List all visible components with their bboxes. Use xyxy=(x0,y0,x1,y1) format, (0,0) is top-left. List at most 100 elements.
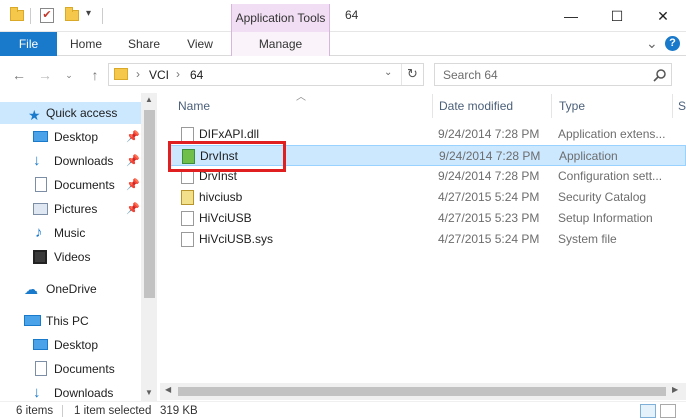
tab-manage[interactable]: Manage xyxy=(231,32,330,56)
close-button[interactable]: ✕ xyxy=(640,0,686,32)
music-icon: ♪ xyxy=(35,224,43,241)
properties-icon[interactable]: ✔ xyxy=(40,8,54,23)
status-item-count: 6 items xyxy=(16,405,54,417)
column-header-size[interactable]: S xyxy=(678,99,686,113)
download-icon: ↓ xyxy=(33,152,41,169)
search-icon[interactable] xyxy=(653,68,667,82)
status-bar: 6 items 1 item selected 319 KB xyxy=(0,401,686,419)
file-date: 4/27/2015 5:24 PM xyxy=(438,190,540,204)
status-selection: 1 item selected xyxy=(74,405,152,417)
pin-icon[interactable]: 📌 xyxy=(126,174,140,196)
customize-qa-chevron-icon[interactable]: ▾ xyxy=(86,8,91,19)
computer-icon xyxy=(24,315,41,326)
maximize-button[interactable]: ☐ xyxy=(594,0,640,32)
nav-music[interactable]: ♪ Music xyxy=(0,222,140,244)
new-folder-icon[interactable] xyxy=(65,7,79,21)
scroll-left-icon[interactable]: ◀ xyxy=(165,385,171,394)
column-header-name[interactable]: Name xyxy=(178,99,210,113)
file-date: 4/27/2015 5:24 PM xyxy=(438,232,540,246)
file-date: 9/24/2014 7:28 PM xyxy=(438,127,540,141)
nav-downloads[interactable]: ↓ Downloads 📌 xyxy=(0,150,140,172)
nav-pc-documents[interactable]: Documents xyxy=(0,358,140,380)
nav-pictures[interactable]: Pictures 📌 xyxy=(0,198,140,220)
file-row[interactable]: HiVciUSB.sys 4/27/2015 5:24 PM System fi… xyxy=(170,229,686,250)
nav-documents[interactable]: Documents 📌 xyxy=(0,174,140,196)
column-header-type[interactable]: Type xyxy=(559,99,585,113)
sys-file-icon xyxy=(181,232,194,247)
nav-label: Quick access xyxy=(46,106,118,120)
search-input[interactable]: Search 64 xyxy=(443,68,498,82)
large-icons-view-icon[interactable] xyxy=(660,404,676,418)
column-divider[interactable] xyxy=(551,94,552,118)
status-size: 319 KB xyxy=(160,405,198,417)
details-view-icon[interactable] xyxy=(640,404,656,418)
desktop-icon xyxy=(33,131,48,142)
download-icon: ↓ xyxy=(33,384,41,401)
tab-file[interactable]: File xyxy=(0,32,57,56)
address-bar[interactable]: › VCI › 64 ⌄ ↻ xyxy=(108,63,424,86)
column-divider[interactable] xyxy=(672,94,673,118)
ribbon-tabs: File Home Share View Manage ⌄ ? xyxy=(0,32,686,56)
sort-ascending-icon: ︿ xyxy=(296,92,306,103)
search-box[interactable]: Search 64 xyxy=(434,63,672,86)
collapse-ribbon-icon[interactable]: ⌄ xyxy=(646,35,658,52)
help-icon[interactable]: ? xyxy=(665,36,680,51)
pin-icon[interactable]: 📌 xyxy=(126,198,140,220)
address-row: ← → ⌄ ↑ › VCI › 64 ⌄ ↻ Search 64 xyxy=(0,57,686,93)
address-dropdown-chevron-icon[interactable]: ⌄ xyxy=(384,67,392,78)
minimize-button[interactable]: — xyxy=(548,0,594,32)
file-type: Security Catalog xyxy=(558,190,647,204)
tab-home[interactable]: Home xyxy=(60,32,112,56)
back-arrow-icon[interactable]: ← xyxy=(10,65,28,85)
breadcrumb-separator-icon: › xyxy=(176,67,180,81)
up-arrow-icon[interactable]: ↑ xyxy=(86,65,104,85)
documents-icon xyxy=(35,177,47,192)
videos-icon xyxy=(33,250,47,264)
nav-scrollbar-thumb[interactable] xyxy=(144,110,155,298)
pin-icon[interactable]: 📌 xyxy=(126,150,140,172)
divider xyxy=(401,64,402,85)
file-type: Setup Information xyxy=(558,211,653,225)
divider xyxy=(62,405,63,417)
pin-icon[interactable]: 📌 xyxy=(126,126,140,148)
file-date: 4/27/2015 5:23 PM xyxy=(438,211,540,225)
breadcrumb-64[interactable]: 64 xyxy=(190,68,203,82)
desktop-icon xyxy=(33,339,48,350)
nav-label: OneDrive xyxy=(46,282,97,296)
scroll-up-icon[interactable]: ▲ xyxy=(145,95,153,104)
nav-onedrive[interactable]: ☁ OneDrive xyxy=(0,278,140,300)
folder-icon xyxy=(10,7,24,21)
file-type: Application xyxy=(559,149,618,163)
file-type: System file xyxy=(558,232,617,246)
file-row[interactable]: hivciusb 4/27/2015 5:24 PM Security Cata… xyxy=(170,187,686,208)
horizontal-scrollbar-thumb[interactable] xyxy=(178,387,666,396)
breadcrumb-vci[interactable]: VCI xyxy=(149,68,169,82)
context-tab-application-tools: Application Tools xyxy=(231,4,330,32)
refresh-icon[interactable]: ↻ xyxy=(407,66,418,82)
nav-label: Downloads xyxy=(54,154,114,168)
file-row[interactable]: HiVciUSB 4/27/2015 5:23 PM Setup Informa… xyxy=(170,208,686,229)
forward-arrow-icon[interactable]: → xyxy=(36,65,54,85)
window-title: 64 xyxy=(345,8,359,22)
recent-locations-chevron-icon[interactable]: ⌄ xyxy=(60,65,78,85)
nav-desktop[interactable]: Desktop 📌 xyxy=(0,126,140,148)
file-name: HiVciUSB xyxy=(199,211,252,225)
column-header-date[interactable]: Date modified xyxy=(439,99,513,113)
scroll-down-icon[interactable]: ▼ xyxy=(145,388,153,397)
tab-share[interactable]: Share xyxy=(118,32,170,56)
highlight-box xyxy=(168,141,286,172)
scroll-right-icon[interactable]: ▶ xyxy=(672,385,678,394)
nav-pc-desktop[interactable]: Desktop xyxy=(0,334,140,356)
nav-this-pc[interactable]: This PC xyxy=(0,310,140,332)
cloud-icon: ☁ xyxy=(24,281,38,297)
file-name: HiVciUSB.sys xyxy=(199,232,274,246)
nav-label: Documents xyxy=(54,362,115,376)
nav-label: This PC xyxy=(46,314,89,328)
documents-icon xyxy=(35,361,47,376)
file-type: Configuration sett... xyxy=(558,169,663,183)
pictures-icon xyxy=(33,203,48,215)
nav-quick-access[interactable]: ★ Quick access xyxy=(0,102,141,124)
nav-videos[interactable]: Videos xyxy=(0,246,140,268)
tab-view[interactable]: View xyxy=(174,32,226,56)
column-divider[interactable] xyxy=(432,94,433,118)
